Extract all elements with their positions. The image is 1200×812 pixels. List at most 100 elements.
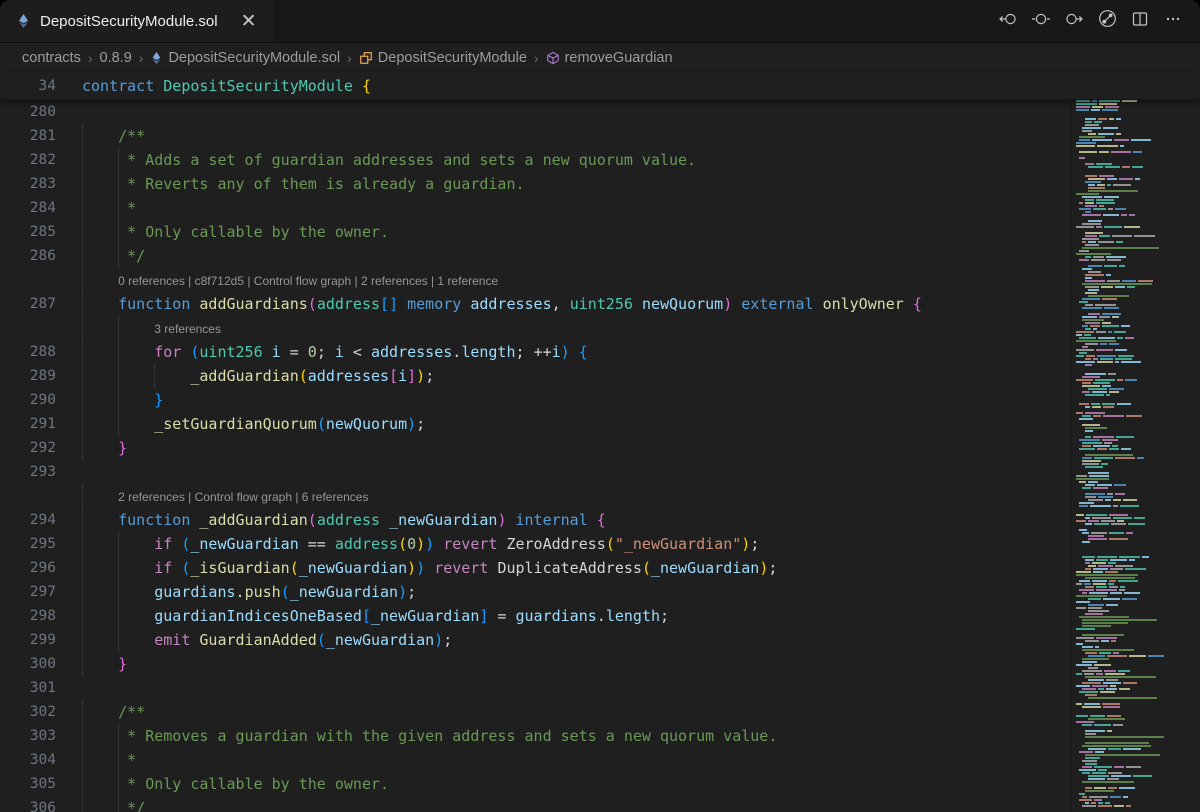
minimap-line: [1076, 661, 1198, 663]
line-number[interactable]: 301: [0, 676, 60, 700]
codelens-link[interactable]: 0 references | c8f712d5 | Control flow g…: [82, 274, 498, 288]
code-line[interactable]: */: [60, 796, 1078, 812]
breadcrumb-item-0-8-9[interactable]: 0.8.9: [100, 50, 132, 66]
more-actions-button[interactable]: [1160, 8, 1186, 34]
breadcrumb-item-depositsecuritymodule-sol[interactable]: DepositSecurityModule.sol: [150, 50, 340, 66]
line-number[interactable]: 302: [0, 700, 60, 724]
line-number[interactable]: 286: [0, 244, 60, 268]
minimap-line: [1076, 469, 1198, 471]
code-line[interactable]: * Only callable by the owner.: [60, 220, 1078, 244]
minimap-line: [1076, 706, 1198, 708]
minimap-line: [1076, 190, 1198, 192]
line-number[interactable]: 298: [0, 604, 60, 628]
code-line[interactable]: if (_isGuardian(_newGuardian)) revert Du…: [60, 556, 1078, 580]
line-number[interactable]: 294: [0, 508, 60, 532]
breadcrumb-item-removeguardian[interactable]: removeGuardian: [546, 50, 673, 66]
minimap-line: [1076, 712, 1198, 714]
minimap-line: [1076, 310, 1198, 312]
minimap-line: [1076, 412, 1198, 414]
sticky-code[interactable]: contract DepositSecurityModule {: [60, 74, 1200, 98]
graph-button[interactable]: [1094, 8, 1120, 34]
code-line[interactable]: * Only callable by the owner.: [60, 772, 1078, 796]
code-row: 290 }: [0, 388, 1078, 412]
code-row: 293: [0, 460, 1078, 484]
code-line[interactable]: guardians.push(_newGuardian);: [60, 580, 1078, 604]
code-line[interactable]: * Reverts any of them is already a guard…: [60, 172, 1078, 196]
codelens-link[interactable]: 2 references | Control flow graph | 6 re…: [82, 490, 368, 504]
code-line[interactable]: *: [60, 748, 1078, 772]
code-line[interactable]: */: [60, 244, 1078, 268]
line-number[interactable]: 291: [0, 412, 60, 436]
minimap-line: [1076, 274, 1198, 276]
line-number[interactable]: 295: [0, 532, 60, 556]
minimap-line: [1076, 328, 1198, 330]
breadcrumb-label: removeGuardian: [565, 50, 673, 66]
nav-forward-button[interactable]: [1061, 8, 1087, 34]
code-line[interactable]: guardianIndicesOneBased[_newGuardian] = …: [60, 604, 1078, 628]
code-line[interactable]: /**: [60, 700, 1078, 724]
sticky-scroll-line[interactable]: 34 contract DepositSecurityModule {: [0, 72, 1200, 99]
minimap[interactable]: [1070, 72, 1200, 812]
close-icon[interactable]: ✕: [237, 11, 261, 32]
code-line[interactable]: }: [60, 652, 1078, 676]
code-line[interactable]: function addGuardians(address[] memory a…: [60, 292, 1078, 316]
minimap-line: [1076, 457, 1198, 459]
minimap-line: [1076, 688, 1198, 690]
minimap-line: [1076, 160, 1198, 162]
code-line[interactable]: * Adds a set of guardian addresses and s…: [60, 148, 1078, 172]
tab-title: DepositSecurityModule.sol: [40, 13, 218, 30]
minimap-line: [1076, 241, 1198, 243]
code-line[interactable]: emit GuardianAdded(_newGuardian);: [60, 628, 1078, 652]
breadcrumb-item-contracts[interactable]: contracts: [22, 50, 81, 66]
code-line[interactable]: if (_newGuardian == address(0)) revert Z…: [60, 532, 1078, 556]
codelens[interactable]: 0 references | c8f712d5 | Control flow g…: [60, 268, 1078, 293]
line-number[interactable]: 299: [0, 628, 60, 652]
nav-back-button[interactable]: [995, 8, 1021, 34]
line-number[interactable]: 289: [0, 364, 60, 388]
line-number[interactable]: 284: [0, 196, 60, 220]
line-number[interactable]: 281: [0, 124, 60, 148]
line-number[interactable]: 293: [0, 460, 60, 484]
breadcrumb-item-depositsecuritymodule[interactable]: DepositSecurityModule: [359, 50, 527, 66]
breadcrumb-label: 0.8.9: [100, 50, 132, 66]
line-number[interactable]: 304: [0, 748, 60, 772]
code-line[interactable]: *: [60, 196, 1078, 220]
code-row: 297 guardians.push(_newGuardian);: [0, 580, 1078, 604]
minimap-line: [1076, 658, 1198, 660]
line-number[interactable]: 280: [0, 100, 60, 124]
codelens-link[interactable]: 3 references: [82, 322, 221, 336]
line-number[interactable]: 287: [0, 292, 60, 316]
codelens[interactable]: 2 references | Control flow graph | 6 re…: [60, 484, 1078, 509]
line-number[interactable]: 282: [0, 148, 60, 172]
line-number[interactable]: 290: [0, 388, 60, 412]
code-line[interactable]: }: [60, 388, 1078, 412]
code-row: 289 _addGuardian(addresses[i]);: [0, 364, 1078, 388]
line-number[interactable]: 296: [0, 556, 60, 580]
line-number[interactable]: 285: [0, 220, 60, 244]
minimap-line: [1076, 253, 1198, 255]
indent-guide: [118, 556, 119, 580]
line-number[interactable]: 306: [0, 796, 60, 812]
code-line[interactable]: * Removes a guardian with the given addr…: [60, 724, 1078, 748]
code-row: 288 for (uint256 i = 0; i < addresses.le…: [0, 340, 1078, 364]
line-number[interactable]: 283: [0, 172, 60, 196]
nav-current-button[interactable]: [1028, 8, 1054, 34]
code-line[interactable]: for (uint256 i = 0; i < addresses.length…: [60, 340, 1078, 364]
line-number[interactable]: 288: [0, 340, 60, 364]
line-number[interactable]: 297: [0, 580, 60, 604]
tab-depositsecuritymodule[interactable]: DepositSecurityModule.sol ✕: [0, 0, 276, 42]
line-number[interactable]: 292: [0, 436, 60, 460]
line-number[interactable]: 305: [0, 772, 60, 796]
code-line[interactable]: /**: [60, 124, 1078, 148]
minimap-line: [1076, 796, 1198, 798]
line-number[interactable]: 303: [0, 724, 60, 748]
minimap-line: [1076, 646, 1198, 648]
code-line[interactable]: function _addGuardian(address _newGuardi…: [60, 508, 1078, 532]
code-line[interactable]: _setGuardianQuorum(newQuorum);: [60, 412, 1078, 436]
line-number[interactable]: 300: [0, 652, 60, 676]
split-editor-button[interactable]: [1127, 8, 1153, 34]
code-line[interactable]: _addGuardian(addresses[i]);: [60, 364, 1078, 388]
minimap-line: [1076, 568, 1198, 570]
code-line[interactable]: }: [60, 436, 1078, 460]
codelens[interactable]: 3 references: [60, 316, 1078, 341]
